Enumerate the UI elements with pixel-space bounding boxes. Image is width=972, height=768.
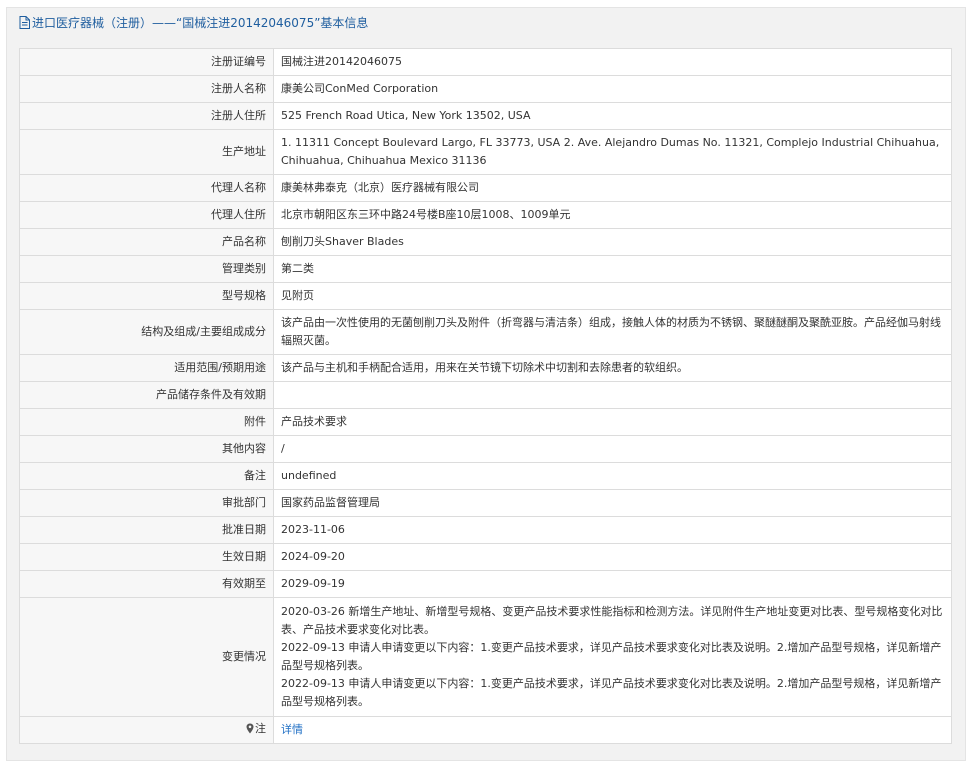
field-label: 产品名称 [19,228,274,256]
field-value: 见附页 [273,282,952,310]
field-label: 型号规格 [19,282,274,310]
table-row: 备注 undefined [19,462,952,490]
table-row: 产品名称 刨削刀头Shaver Blades [19,228,952,256]
field-label: 变更情况 [19,597,274,717]
field-value: 2029-09-19 [273,570,952,598]
table-row: 注册证编号 国械注进20142046075 [19,48,952,76]
table-row: 产品储存条件及有效期 [19,381,952,409]
table-row: 结构及组成/主要组成成分 该产品由一次性使用的无菌刨削刀头及附件（折弯器与清洁条… [19,309,952,355]
info-panel: 进口医疗器械（注册）——“国械注进20142046075”基本信息 注册证编号 … [6,7,966,761]
table-row: 型号规格 见附页 [19,282,952,310]
field-value: 刨削刀头Shaver Blades [273,228,952,256]
table-row-note: 注 详情 [19,716,952,744]
field-value: 该产品由一次性使用的无菌刨削刀头及附件（折弯器与清洁条）组成，接触人体的材质为不… [273,309,952,355]
table-row: 代理人住所 北京市朝阳区东三环中路24号楼B座10层1008、1009单元 [19,201,952,229]
field-label: 注 [19,716,274,744]
note-label: 注 [255,722,266,735]
field-value [273,381,952,409]
table-row-changes: 变更情况 2020-03-26 新增生产地址、新增型号规格、变更产品技术要求性能指… [19,597,952,717]
field-value: 2024-09-20 [273,543,952,571]
detail-table: 注册证编号 国械注进20142046075 注册人名称 康美公司ConMed C… [19,48,952,744]
page-title: 进口医疗器械（注册）——“国械注进20142046075”基本信息 [32,16,369,30]
field-label: 附件 [19,408,274,436]
field-value: 第二类 [273,255,952,283]
field-label: 批准日期 [19,516,274,544]
field-label: 有效期至 [19,570,274,598]
change-history: 2020-03-26 新增生产地址、新增型号规格、变更产品技术要求性能指标和检测… [273,597,952,717]
document-icon [19,10,30,40]
field-value: 2023-11-06 [273,516,952,544]
details-link[interactable]: 详情 [281,723,303,736]
field-label: 结构及组成/主要组成成分 [19,309,274,355]
table-row: 注册人名称 康美公司ConMed Corporation [19,75,952,103]
table-row: 审批部门 国家药品监督管理局 [19,489,952,517]
page-title-bar: 进口医疗器械（注册）——“国械注进20142046075”基本信息 [7,8,965,38]
field-label: 备注 [19,462,274,490]
table-row: 附件 产品技术要求 [19,408,952,436]
change-entry: 2022-09-13 申请人申请变更以下内容：1.变更产品技术要求，详见产品技术… [281,677,942,708]
field-label: 管理类别 [19,255,274,283]
field-label: 产品储存条件及有效期 [19,381,274,409]
field-value: 1. 11311 Concept Boulevard Largo, FL 337… [273,129,952,175]
table-row: 适用范围/预期用途 该产品与主机和手柄配合适用，用来在关节镜下切除术中切割和去除… [19,354,952,382]
map-pin-icon [246,722,254,740]
field-label: 适用范围/预期用途 [19,354,274,382]
table-row: 生效日期 2024-09-20 [19,543,952,571]
field-label: 审批部门 [19,489,274,517]
field-value: undefined [273,462,952,490]
field-value: 国械注进20142046075 [273,48,952,76]
table-row: 其他内容 / [19,435,952,463]
field-value: 国家药品监督管理局 [273,489,952,517]
field-label: 注册人住所 [19,102,274,130]
field-value: / [273,435,952,463]
change-entry: 2022-09-13 申请人申请变更以下内容：1.变更产品技术要求，详见产品技术… [281,641,942,672]
field-label: 注册人名称 [19,75,274,103]
field-label: 代理人住所 [19,201,274,229]
table-row: 注册人住所 525 French Road Utica, New York 13… [19,102,952,130]
field-value: 产品技术要求 [273,408,952,436]
note-value: 详情 [273,716,952,744]
change-entry: 2020-03-26 新增生产地址、新增型号规格、变更产品技术要求性能指标和检测… [281,605,943,636]
field-value: 北京市朝阳区东三环中路24号楼B座10层1008、1009单元 [273,201,952,229]
field-value: 康美公司ConMed Corporation [273,75,952,103]
field-label: 其他内容 [19,435,274,463]
field-value: 康美林弗泰克（北京）医疗器械有限公司 [273,174,952,202]
table-row: 管理类别 第二类 [19,255,952,283]
field-value: 该产品与主机和手柄配合适用，用来在关节镜下切除术中切割和去除患者的软组织。 [273,354,952,382]
table-row: 有效期至 2029-09-19 [19,570,952,598]
table-row: 生产地址 1. 11311 Concept Boulevard Largo, F… [19,129,952,175]
table-row: 代理人名称 康美林弗泰克（北京）医疗器械有限公司 [19,174,952,202]
field-label: 注册证编号 [19,48,274,76]
field-label: 生产地址 [19,129,274,175]
field-label: 代理人名称 [19,174,274,202]
table-row: 批准日期 2023-11-06 [19,516,952,544]
field-value: 525 French Road Utica, New York 13502, U… [273,102,952,130]
field-label: 生效日期 [19,543,274,571]
